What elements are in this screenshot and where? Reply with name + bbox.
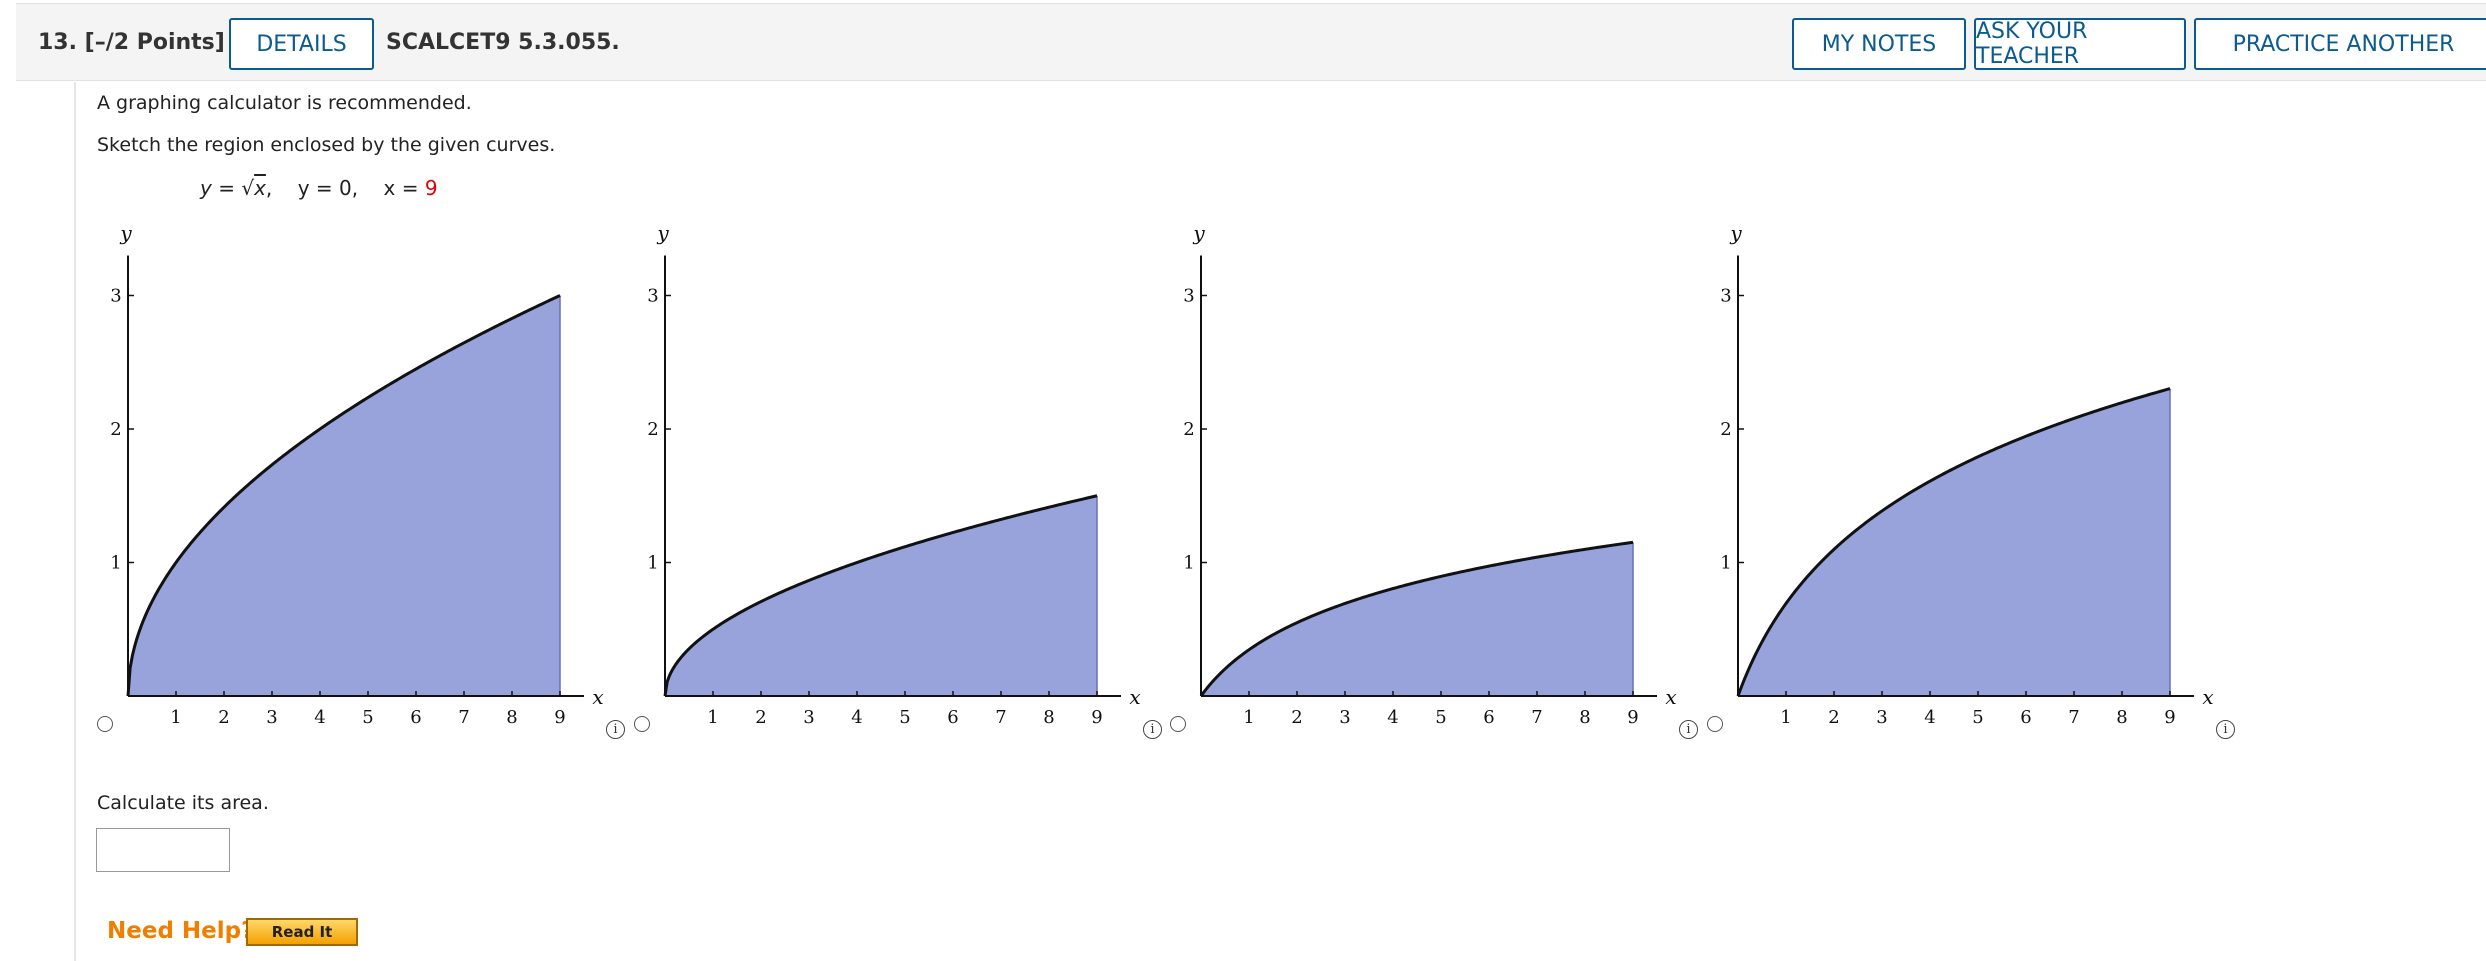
x-axis-label: x [1665,685,1676,709]
x-tick-label: 1 [170,707,181,728]
x-tick-label: 2 [1828,707,1839,728]
x-tick-label: 3 [803,707,814,728]
area-answer-input[interactable] [96,828,230,872]
info-icon[interactable]: i [1143,720,1162,739]
x-tick-label: 2 [218,707,229,728]
x-tick-label: 8 [2116,707,2127,728]
x-tick-label: 1 [1243,707,1254,728]
region-fill [665,495,1097,696]
x-tick-label: 4 [851,707,862,728]
region-fill [1201,542,1633,696]
x-tick-label: 4 [1924,707,1935,728]
x-axis-label: x [1129,685,1140,709]
graph-option-radio-2[interactable] [634,716,650,732]
x-tick-label: 4 [314,707,325,728]
x-tick-label: 9 [554,707,565,728]
area-prompt: Calculate its area. [97,792,269,814]
x-tick-label: 2 [755,707,766,728]
x-tick-label: 5 [1435,707,1446,728]
x-tick-label: 4 [1387,707,1398,728]
x-tick-label: 7 [458,707,469,728]
y-tick-label: 3 [647,286,658,307]
y-tick-label: 1 [1183,553,1194,574]
x-tick-label: 7 [2068,707,2079,728]
x-tick-label: 5 [899,707,910,728]
y-axis-label: y [1192,221,1205,245]
x-axis-label: x [592,685,603,709]
graph-option-radio-1[interactable] [97,716,113,732]
x-tick-label: 1 [707,707,718,728]
x-tick-label: 3 [266,707,277,728]
x-tick-label: 3 [1876,707,1887,728]
x-tick-label: 8 [506,707,517,728]
x-tick-label: 6 [1483,707,1494,728]
x-tick-label: 9 [2164,707,2175,728]
graph-option-radio-4[interactable] [1707,716,1723,732]
y-tick-label: 2 [647,419,658,440]
x-tick-label: 9 [1091,707,1102,728]
region-fill [1738,388,2170,696]
need-help-label: Need Help? [107,918,255,944]
x-tick-label: 9 [1627,707,1638,728]
x-tick-label: 2 [1291,707,1302,728]
y-tick-label: 3 [110,286,121,307]
x-tick-label: 5 [1972,707,1983,728]
x-tick-label: 7 [995,707,1006,728]
x-tick-label: 6 [2020,707,2031,728]
y-axis-label: y [119,221,132,245]
x-axis-label: x [2202,685,2213,709]
x-tick-label: 6 [947,707,958,728]
x-tick-label: 5 [362,707,373,728]
graph-option-radio-3[interactable] [1170,716,1186,732]
y-tick-label: 1 [1720,553,1731,574]
x-tick-label: 7 [1531,707,1542,728]
y-axis-label: y [656,221,669,245]
info-icon[interactable]: i [2216,720,2235,739]
graph-options: 1 2 3 4 5 6 7 8 9 1 2 3 y x 1 2 3 4 5 6 7 8 9 1 2 3 y x 1 2 3 4 5 6 7 8 9 1 2 3… [110,221,2213,728]
x-tick-label: 8 [1043,707,1054,728]
info-icon[interactable]: i [606,720,625,739]
x-tick-label: 1 [1780,707,1791,728]
y-tick-label: 1 [110,553,121,574]
y-tick-label: 2 [1720,419,1731,440]
region-fill [128,295,560,696]
y-axis-label: y [1729,221,1742,245]
x-tick-label: 8 [1579,707,1590,728]
info-icon[interactable]: i [1679,720,1698,739]
y-tick-label: 3 [1720,286,1731,307]
y-tick-label: 1 [647,553,658,574]
x-tick-label: 3 [1339,707,1350,728]
read-it-button[interactable]: Read It [246,918,358,946]
y-tick-label: 2 [1183,419,1194,440]
y-tick-label: 2 [110,419,121,440]
y-tick-label: 3 [1183,286,1194,307]
x-tick-label: 6 [410,707,421,728]
